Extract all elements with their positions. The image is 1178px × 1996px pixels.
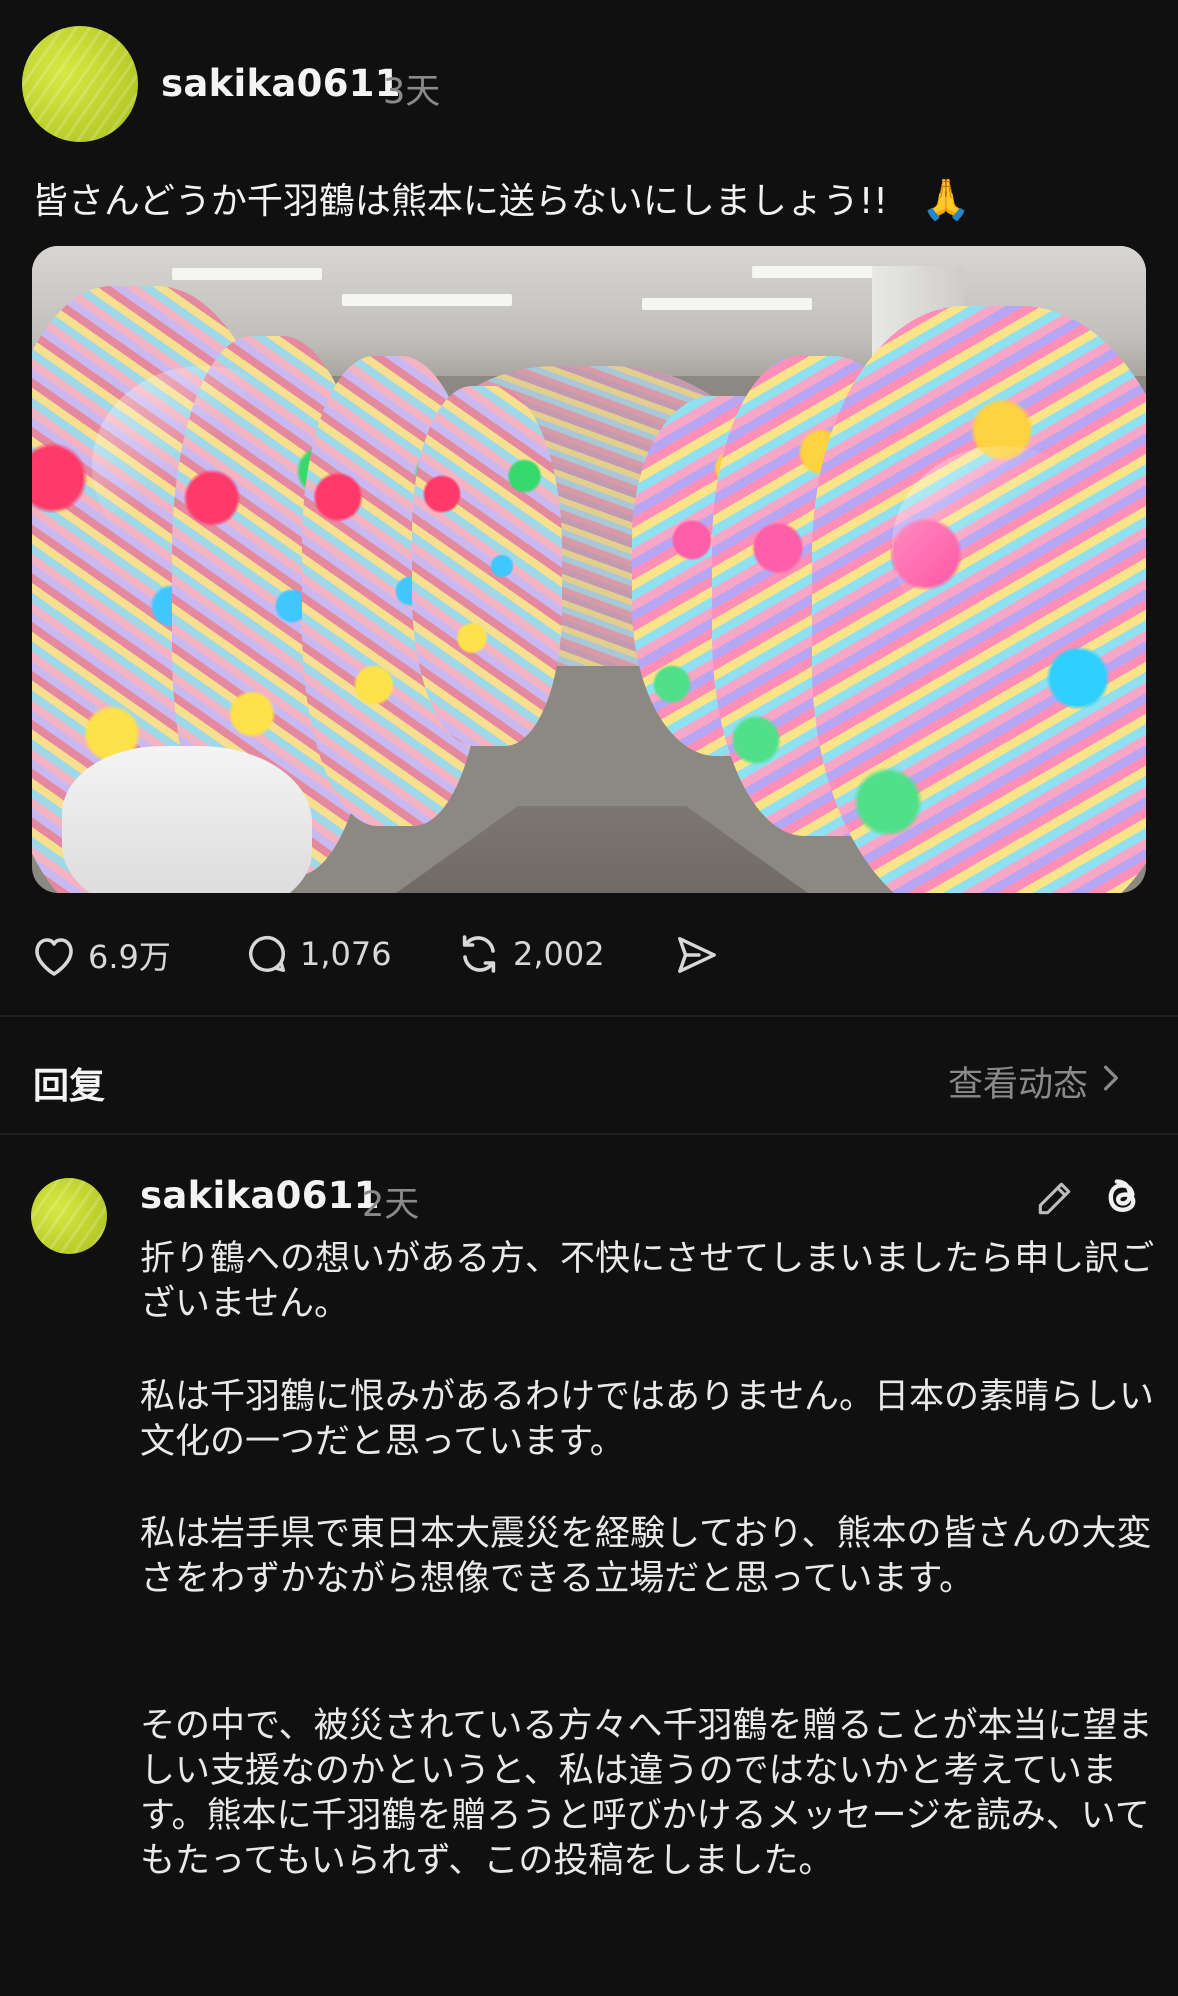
repost-count: 2,002 — [513, 935, 605, 973]
send-icon — [674, 934, 720, 976]
threads-icon[interactable] — [1098, 1172, 1146, 1224]
avatar[interactable] — [22, 26, 138, 142]
view-activity-label: 查看动态 — [948, 1065, 1089, 1105]
reply-username[interactable]: sakika0611 — [140, 1174, 380, 1217]
ceiling-light — [342, 294, 512, 306]
edit-icon[interactable] — [1033, 1176, 1077, 1224]
post-text: 皆さんどうか千羽鶴は熊本に送らないにしましょう!! 🙏 — [32, 172, 971, 224]
comment-count: 1,076 — [300, 935, 392, 973]
crane-bags-left — [412, 386, 562, 746]
ceiling-light — [172, 268, 322, 280]
reply-paragraph-3: 私は岩手県で東日本大震災を経験しており、熊本の皆さんの大変さをわずかながら想像で… — [140, 1514, 1152, 1599]
reply-avatar[interactable] — [31, 1178, 107, 1254]
warehouse-floor — [392, 806, 812, 893]
post-timestamp: 3天 — [383, 72, 441, 112]
chevron-right-icon — [1102, 1062, 1120, 1102]
comment-icon — [244, 932, 290, 976]
white-bag — [62, 746, 312, 893]
like-count: 6.9万 — [88, 938, 171, 976]
post-text-body: 皆さんどうか千羽鶴は熊本に送らないにしましょう!! — [32, 181, 888, 222]
comment-button[interactable]: 1,076 — [244, 932, 392, 976]
like-button[interactable]: 6.9万 — [30, 932, 171, 978]
replies-title: 回复 — [33, 1066, 106, 1107]
pray-icon: 🙏 — [921, 177, 972, 223]
bag-sheen — [92, 366, 312, 566]
reply-paragraph-2: 私は千羽鶴に恨みがあるわけではありません。日本の素晴らしい文化の一つだと思ってい… — [140, 1377, 1154, 1462]
divider — [0, 1133, 1178, 1135]
reply-paragraph-4: その中で、被災されている方々へ千羽鶴を贈ることが本当に望ましい支援なのかというと… — [140, 1706, 1153, 1881]
post-username[interactable]: sakika0611 — [161, 62, 401, 105]
post-image[interactable] — [32, 246, 1146, 893]
share-button[interactable] — [674, 934, 720, 976]
reply-timestamp: 2天 — [362, 1185, 420, 1225]
bag-sheen — [892, 446, 1112, 646]
view-activity-link[interactable]: 查看动态 — [948, 1056, 1120, 1107]
heart-icon — [30, 933, 78, 977]
ceiling-light — [642, 298, 812, 310]
repost-button[interactable]: 2,002 — [455, 932, 605, 976]
divider — [0, 1015, 1178, 1017]
reply-paragraph-1: 折り鶴への想いがある方、不快にさせてしまいましたら申し訳ございません。 — [140, 1239, 1155, 1324]
repost-icon — [455, 932, 503, 976]
